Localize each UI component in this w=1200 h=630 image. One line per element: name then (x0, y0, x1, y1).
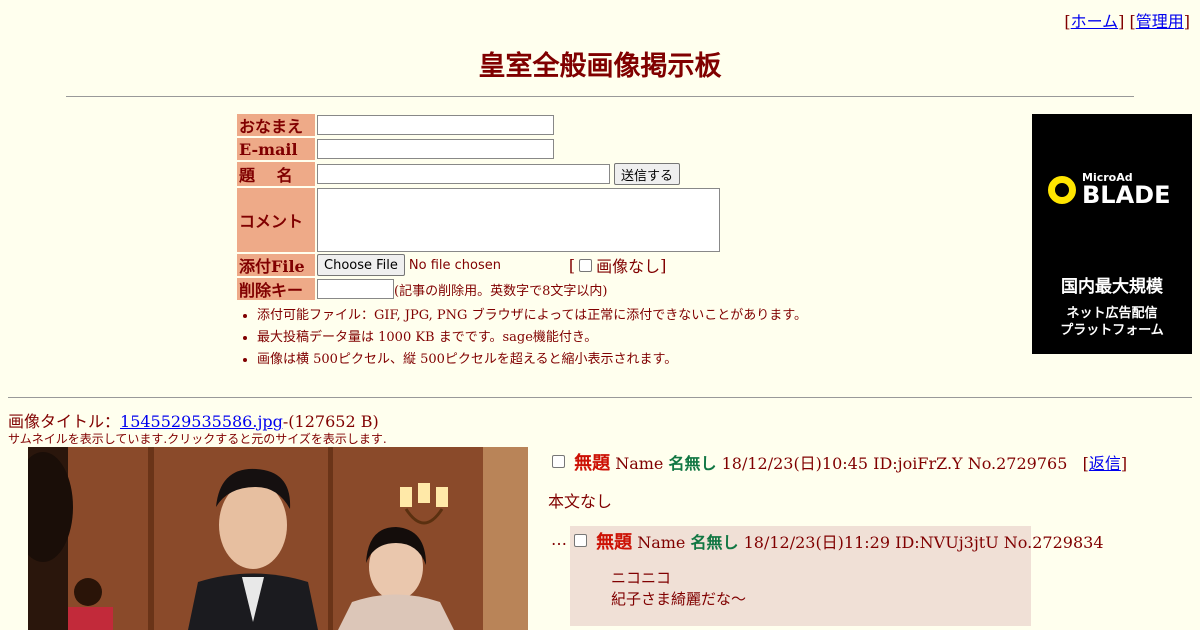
subject-label: 題 名 (237, 162, 315, 186)
file-status: No file chosen (408, 257, 501, 273)
reply-line: ニコニコ (611, 569, 672, 587)
reply-line: 紀子さま綺麗だな～ (611, 590, 747, 608)
divider (8, 397, 1192, 398)
image-info: 画像タイトル：1545529535586.jpg-(127652 B) (8, 408, 379, 432)
name-input[interactable] (317, 115, 554, 135)
ad-circle-icon (1048, 175, 1076, 204)
reply-post: 無題 Name 名無し 18/12/23(日)11:29 ID:NVUj3jtU… (570, 526, 1104, 626)
op-body: 本文なし (548, 492, 613, 511)
name-label: おなまえ (237, 114, 315, 136)
submit-button[interactable]: 送信する (614, 163, 681, 185)
notes-list: 添付可能ファイル：GIF, JPG, PNG ブラウザによっては正常に添付できな… (237, 304, 807, 367)
noimage-bracket: ] (660, 255, 667, 275)
admin-link[interactable]: 管理用 (1136, 12, 1184, 31)
ad-brand-text: BLADE (1082, 181, 1171, 209)
reply-name: 名無し (690, 533, 739, 552)
noimage-label: 画像なし (596, 257, 661, 276)
noimage-checkbox[interactable] (579, 258, 593, 272)
choose-file-button[interactable]: Choose File (317, 254, 405, 276)
reply-prefix: … (551, 530, 567, 549)
delete-key-note: (記事の削除用。英数字で8文字以内) (394, 283, 608, 299)
file-label: 添付File (237, 254, 315, 276)
comment-label: コメント (237, 188, 315, 252)
reply-header: 無題 Name 名無し 18/12/23(日)11:29 ID:NVUj3jtU… (574, 528, 1104, 554)
ad-line3: プラットフォーム (1060, 323, 1164, 338)
op-name-label: Name (615, 454, 664, 473)
image-file-link[interactable]: 1545529535586.jpg (120, 412, 283, 431)
reply-subject: 無題 (596, 532, 633, 553)
op-checkbox[interactable] (552, 455, 565, 468)
reply-meta: 18/12/23(日)11:29 ID:NVUj3jtU No.2729834 (743, 533, 1104, 552)
note-item: 添付可能ファイル：GIF, JPG, PNG ブラウザによっては正常に添付できな… (257, 304, 807, 323)
comment-textarea[interactable] (317, 188, 720, 252)
ad-logo: MicroAd BLADE (1048, 172, 1170, 207)
email-input[interactable] (317, 139, 554, 159)
post-form: おなまえ E-mail 題 名 送信する コメント 添付File Choose … (237, 114, 807, 370)
op-post-header: 無題 Name 名無し 18/12/23(日)10:45 ID:joiFrZ.Y… (552, 449, 1127, 475)
thumbnail-note: サムネイルを表示しています.クリックすると元のサイズを表示します. (8, 432, 387, 446)
reply-link[interactable]: 返信 (1089, 454, 1121, 473)
reply-body: ニコニコ 紀子さま綺麗だな～ (611, 568, 746, 610)
home-link[interactable]: ホーム (1071, 12, 1119, 31)
email-label: E-mail (237, 138, 315, 160)
note-item: 画像は横 500ピクセル、縦 500ピクセルを超えると縮小表示されます。 (257, 348, 807, 367)
op-name: 名無し (668, 454, 717, 473)
thread-image[interactable] (28, 447, 528, 630)
image-size: -(127652 B) (282, 412, 379, 431)
ad-banner[interactable]: MicroAd BLADE 国内最大規模 ネット広告配信 プラットフォーム (1032, 114, 1192, 354)
reply-name-label: Name (637, 533, 686, 552)
top-nav: [ホーム] [管理用] (1064, 8, 1190, 32)
divider (66, 96, 1134, 97)
delete-key-label: 削除キー (237, 278, 315, 300)
page-title: 皇室全般画像掲示板 (478, 51, 722, 82)
reply-bracket: ] (1120, 454, 1128, 473)
photo-illustration (28, 447, 528, 630)
image-title-label: 画像タイトル： (8, 412, 121, 431)
note-item: 最大投稿データ量は 1000 KB までです。sage機能付き。 (257, 326, 807, 345)
delete-key-input[interactable] (317, 279, 394, 299)
op-meta: 18/12/23(日)10:45 ID:joiFrZ.Y No.2729765 (721, 454, 1068, 473)
nav-bracket: ] (1183, 12, 1190, 31)
ad-line1: 国内最大規模 (1061, 277, 1163, 297)
reply-checkbox[interactable] (574, 534, 587, 547)
noimage-bracket: [ (568, 255, 576, 275)
subject-input[interactable] (317, 164, 610, 184)
nav-bracket: ] [ (1118, 12, 1136, 31)
op-subject: 無題 (574, 453, 611, 474)
